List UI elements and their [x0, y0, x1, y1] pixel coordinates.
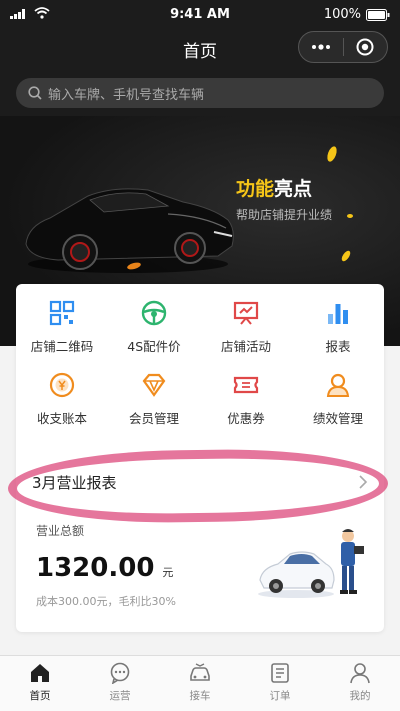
tab-label: 首页 [29, 690, 51, 702]
search-area: 输入车牌、手机号查找车辆 [0, 68, 400, 116]
tab-operations[interactable]: 运营 [80, 656, 160, 711]
grid-label: 报表 [325, 339, 351, 354]
tab-label: 运营 [109, 690, 131, 702]
close-button[interactable] [343, 32, 387, 62]
diamond-icon [142, 373, 166, 397]
search-placeholder: 输入车牌、手机号查找车辆 [48, 87, 205, 103]
revenue-summary: 营业总额 1320.00 元 成本300.00元，毛利比30% [36, 522, 176, 609]
monthly-report-title: 3月营业报表 [32, 473, 117, 492]
tab-label: 接车 [189, 690, 211, 702]
grid-label: 收支账本 [36, 411, 87, 426]
user-icon [350, 663, 370, 684]
grid-item-qrcode[interactable]: 店铺二维码 [16, 296, 108, 356]
grid-label: 优惠券 [227, 411, 265, 426]
more-button[interactable] [299, 32, 343, 62]
grid-item-report[interactable]: 报表 [292, 296, 384, 356]
monthly-report-row[interactable]: 3月营业报表 [16, 460, 384, 504]
revenue-total-row: 1320.00 元 [36, 553, 176, 583]
revenue-total-label: 营业总额 [36, 524, 85, 538]
battery-group: 100% [324, 7, 390, 22]
tab-car-pickup[interactable]: 接车 [160, 656, 240, 711]
mini-program-capsule [298, 31, 388, 63]
grid-item-store-activity[interactable]: 店铺活动 [200, 296, 292, 356]
tab-label: 我的 [349, 690, 371, 702]
tab-orders[interactable]: 订单 [240, 656, 320, 711]
qrcode-icon [49, 300, 75, 326]
target-close-icon [356, 38, 374, 56]
presentation-board-icon [233, 301, 259, 325]
revenue-detail: 成本300.00元，毛利比30% [36, 595, 176, 608]
yen-coin-icon [49, 372, 75, 398]
battery-icon [366, 8, 390, 21]
search-icon [28, 86, 42, 100]
mechanic-car-illustration [258, 529, 364, 598]
grid-item-coupon[interactable]: 优惠券 [200, 368, 292, 428]
steering-wheel-icon [141, 300, 167, 326]
grid-item-member[interactable]: 会员管理 [108, 368, 200, 428]
revenue-total-amount: 1320.00 [36, 553, 155, 583]
grid-label: 店铺活动 [220, 339, 271, 354]
chat-bubble-icon [110, 662, 130, 684]
status-bar: 9:41 AM 100% [0, 0, 400, 30]
grid-label: 4S配件价 [127, 339, 181, 354]
tab-home[interactable]: 首页 [0, 656, 80, 711]
car-pickup-icon [190, 663, 210, 681]
bottom-tab-bar: 首页 运营 接车 订单 我的 [0, 655, 400, 711]
ticket-icon [233, 376, 259, 394]
grid-item-ledger[interactable]: 收支账本 [16, 368, 108, 428]
revenue-unit: 元 [162, 566, 174, 579]
order-list-icon [271, 663, 289, 683]
home-icon [31, 664, 49, 682]
chevron-right-icon [359, 475, 368, 489]
user-badge-icon [326, 373, 350, 397]
feature-grid: 店铺二维码 4S配件价 店铺活动 报表 收支账本 会员管理 优惠券 绩效管理 [16, 296, 384, 428]
battery-percent: 100% [323, 7, 361, 22]
grid-item-performance[interactable]: 绩效管理 [292, 368, 384, 428]
bar-chart-icon [328, 304, 348, 324]
more-dots-icon [311, 44, 330, 50]
grid-label: 店铺二维码 [30, 339, 94, 354]
grid-item-parts-price[interactable]: 4S配件价 [108, 296, 200, 356]
nav-bar: 首页 [0, 30, 400, 68]
dashboard-card: 店铺二维码 4S配件价 店铺活动 报表 收支账本 会员管理 优惠券 绩效管理 3… [16, 284, 384, 632]
tab-label: 订单 [269, 690, 291, 702]
tab-profile[interactable]: 我的 [320, 656, 400, 711]
grid-label: 绩效管理 [312, 411, 363, 426]
grid-label: 会员管理 [128, 411, 179, 426]
search-input[interactable]: 输入车牌、手机号查找车辆 [16, 78, 384, 108]
